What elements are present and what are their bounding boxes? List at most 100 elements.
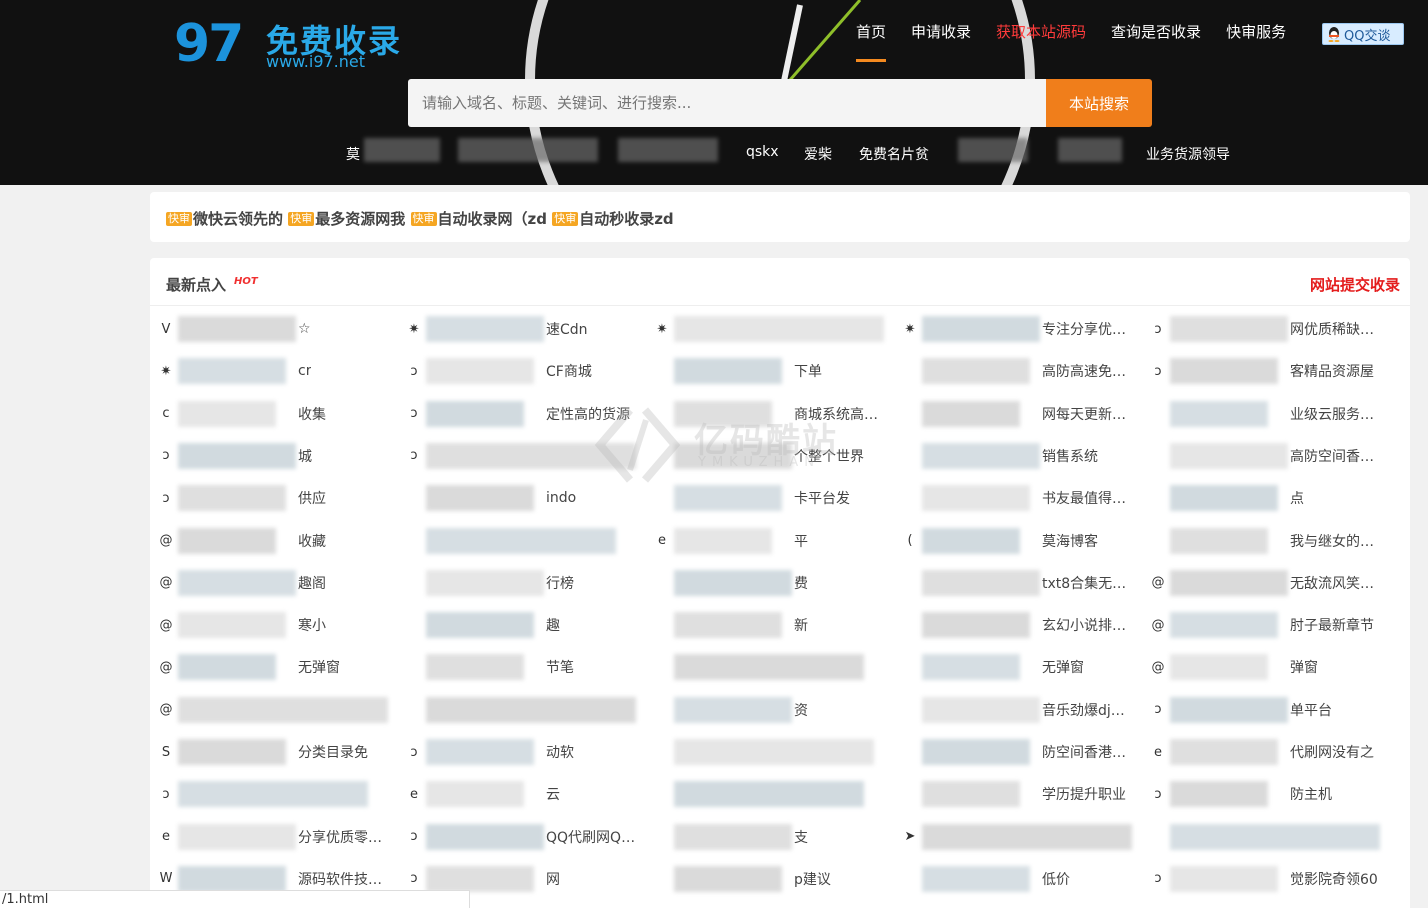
hot-keywords: 莫 qskx 爱柴 免费名片贫 业务货源领导 (346, 138, 1246, 164)
site-favicon-icon (654, 744, 670, 760)
search-input[interactable] (408, 79, 1046, 127)
site-link-label: 节笔 (546, 660, 574, 677)
blurred-region (674, 739, 874, 765)
site-favicon-icon (902, 406, 918, 422)
site-favicon-icon: ✷ (904, 321, 916, 337)
site-favicon-icon: ↄ (410, 744, 418, 760)
hotword[interactable]: qskx (746, 144, 779, 160)
submit-site-link[interactable]: 网站提交收录 (1310, 274, 1400, 295)
hotword[interactable]: 免费名片贫 (859, 144, 929, 164)
blurred-region (426, 612, 534, 639)
site-favicon-icon (1150, 533, 1166, 549)
site-link-label: 个整个世界 (794, 448, 864, 465)
site-favicon-icon (654, 490, 670, 506)
blurred-region (922, 358, 1030, 385)
blurred-region (922, 654, 1020, 681)
blurred-region (674, 654, 864, 681)
site-favicon-icon (902, 702, 918, 718)
blurred-region (922, 781, 1020, 808)
site-favicon-icon: ↄ (410, 871, 418, 887)
blurred-region (1170, 739, 1278, 765)
site-link-label: 学历提升职业 (1042, 787, 1126, 804)
main-nav: 首页 申请收录 获取本站源码 查询是否收录 快审服务 (856, 22, 1311, 62)
site-favicon-icon (654, 448, 670, 464)
site-link-label: 无弹窗 (298, 660, 340, 677)
panel-header: 最新点入 HOT 网站提交收录 (150, 258, 1410, 306)
site-link-label: 商城系统高仿批 (794, 406, 890, 423)
hotword[interactable]: 爱柴 (804, 144, 832, 164)
hotword[interactable]: 莫 (346, 144, 360, 164)
blurred-region (922, 865, 1030, 892)
notice-item[interactable]: 自动收录网（zd (438, 210, 547, 228)
blurred-region (922, 527, 1020, 554)
fast-review-tag: 快审 (288, 212, 315, 226)
blurred-region (178, 739, 286, 765)
nav-get-source[interactable]: 获取本站源码 (996, 22, 1086, 62)
site-favicon-icon: ↄ (162, 490, 170, 506)
nav-home[interactable]: 首页 (856, 22, 887, 62)
header-banner: 97 免费收录 www.i97.net 首页 申请收录 获取本站源码 查询是否收… (0, 0, 1428, 185)
blurred-region (178, 823, 296, 850)
notice-item[interactable]: 自动秒收录zd (579, 210, 673, 228)
site-favicon-icon: @ (159, 702, 173, 718)
site-link-label: 卡平台发 (794, 491, 850, 508)
site-favicon-icon (654, 786, 670, 802)
blurred-region (922, 442, 1040, 469)
blurred-region (426, 400, 524, 427)
blurred-region (178, 654, 276, 681)
blurred-region (426, 358, 534, 385)
blurred-region (922, 316, 1040, 342)
blurred-region (426, 527, 616, 554)
blurred-region (1170, 569, 1288, 596)
qq-chat-button[interactable]: QQ交谈 (1322, 23, 1404, 45)
site-link-label: 销售系统 (1042, 448, 1098, 465)
blurred-region (426, 739, 534, 765)
site-favicon-icon (654, 406, 670, 422)
site-favicon-icon (654, 617, 670, 633)
blurred-region (674, 442, 792, 469)
site-favicon-icon: ↄ (1154, 363, 1162, 379)
site-favicon-icon: @ (1151, 617, 1165, 633)
blurred-region (426, 654, 524, 681)
fast-review-tag: 快审 (410, 212, 437, 226)
blurred-region (674, 865, 782, 892)
nav-check[interactable]: 查询是否收录 (1111, 22, 1201, 62)
site-link-label: 资 (794, 702, 808, 719)
blurred-region (674, 358, 782, 385)
site-link-label: 觉影院奇领60 (1290, 871, 1378, 888)
notice-item[interactable]: 最多资源网我 (315, 210, 405, 228)
site-favicon-icon: @ (1151, 575, 1165, 591)
site-favicon-icon (654, 575, 670, 591)
blurred-region (426, 442, 636, 469)
search-button[interactable]: 本站搜索 (1046, 79, 1152, 127)
notice-item[interactable]: 微快云领先的 (193, 210, 283, 228)
site-favicon-icon: ↄ (1154, 321, 1162, 337)
blurred-region (364, 138, 440, 162)
site-link-label: 城 (298, 448, 312, 465)
site-favicon-icon: S (161, 744, 171, 760)
blurred-region (1170, 527, 1268, 554)
blurred-region (178, 358, 286, 385)
blurred-region (922, 696, 1040, 723)
blurred-region (922, 739, 1030, 765)
qq-penguin-icon (1328, 27, 1340, 42)
site-link-label: 网优质稀缺资源发布平 (1290, 322, 1386, 338)
site-favicon-icon: W (159, 871, 173, 887)
nav-fast-review[interactable]: 快审服务 (1226, 22, 1286, 62)
site-link-label: 供应 (298, 491, 326, 508)
site-favicon-icon: ↄ (410, 829, 418, 845)
site-favicon-icon (1150, 448, 1166, 464)
blurred-region (178, 696, 388, 723)
nav-apply[interactable]: 申请收录 (911, 22, 971, 62)
site-link-label: 速Cdn (546, 322, 588, 338)
blurred-region (674, 527, 772, 554)
site-link-label: 防空间香港免备 (1042, 745, 1138, 761)
site-link-label: 防主机 (1290, 787, 1332, 804)
hotword[interactable]: 业务货源领导 (1146, 144, 1230, 164)
site-favicon-icon: c (162, 406, 170, 422)
site-favicon-icon: ↄ (1154, 871, 1162, 887)
site-favicon-icon: @ (159, 617, 173, 633)
site-favicon-icon (902, 617, 918, 633)
site-link-label: 网每天更新大量QQ (1042, 406, 1138, 423)
site-favicon-icon: @ (1151, 659, 1165, 675)
